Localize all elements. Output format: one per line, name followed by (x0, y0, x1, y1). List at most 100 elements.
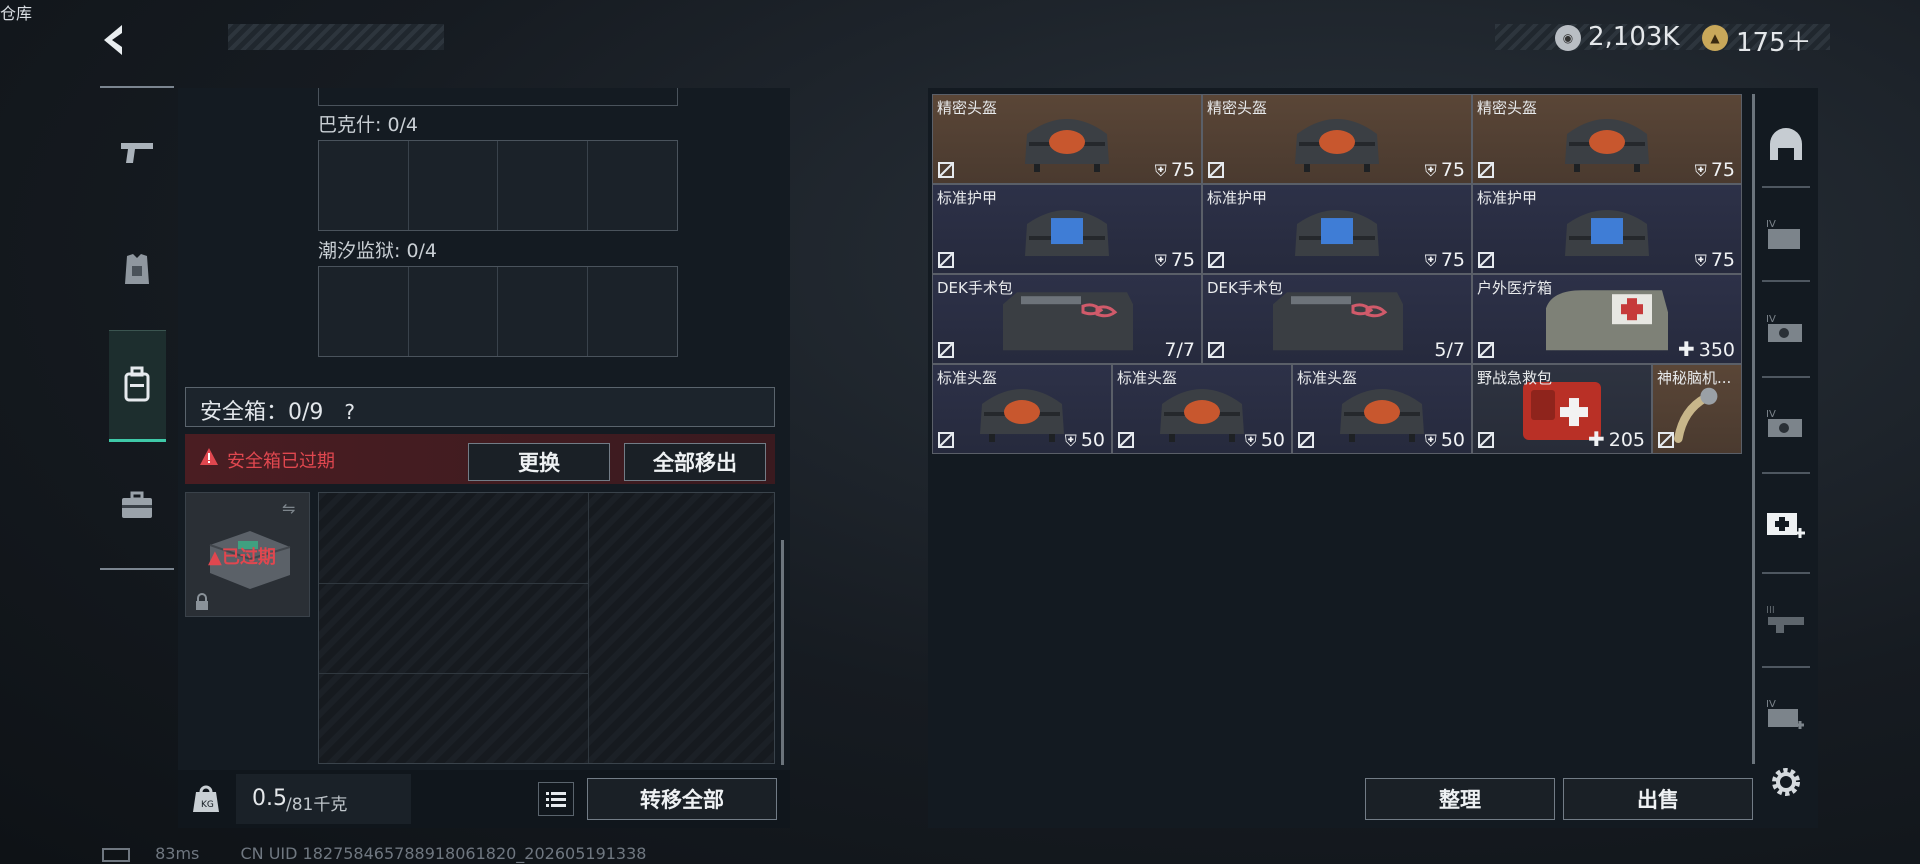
slot-grid-bakesh[interactable] (318, 140, 678, 231)
inventory-item[interactable]: DEK手术包 7/7 (932, 274, 1202, 364)
status-footer: 83ms CN UID 18275846578891806182​0_20260… (102, 844, 646, 863)
no-insurance-icon (937, 431, 955, 449)
inventory-item[interactable]: 户外医疗箱 ✚ 350 (1472, 274, 1742, 364)
category-divider (1762, 186, 1810, 188)
shield-icon: ⛨ (1424, 161, 1437, 180)
item-name: 标准头盔 (1117, 369, 1178, 387)
weight-max: /81千克 (286, 795, 348, 815)
vest-image (1287, 194, 1387, 270)
warning-icon (199, 447, 219, 467)
transfer-all-button[interactable]: 转移全部 (587, 778, 777, 820)
currency-premium[interactable]: 175＋ (1736, 22, 1812, 59)
replace-button[interactable]: 更换 (468, 443, 610, 481)
helmet-icon (1770, 128, 1802, 160)
category-medical-iv[interactable]: IV (1762, 690, 1810, 738)
item-name: 标准头盔 (937, 369, 998, 387)
armor-folder-icon: IV (1766, 219, 1800, 249)
inventory-item[interactable]: 野战急救包 ✚ 205 (1472, 364, 1652, 454)
safe-box-header: 安全箱：0/9 ? (185, 387, 775, 427)
item-value: ⛨ 50 (1424, 429, 1465, 451)
helmet-image (1287, 104, 1387, 180)
shield-icon: ⛨ (1064, 431, 1077, 450)
gem-icon: ▲ (1702, 25, 1728, 51)
remove-all-button[interactable]: 全部移出 (624, 443, 766, 481)
item-value: ✚ 205 (1587, 427, 1645, 451)
item-value: 5/7 (1434, 339, 1465, 361)
backpack-icon (124, 366, 150, 402)
safe-box-grid[interactable] (318, 492, 775, 764)
shield-icon: ⛨ (1154, 251, 1167, 270)
item-grid: 精密头盔 ⛨ 75 精密头盔 ⛨ 75 精密头盔 ⛨ 75 标准护甲 ⛨ 75 标准护甲 ⛨ 75 标准护甲 ⛨… (932, 94, 1742, 454)
item-name: DEK手术包 (937, 279, 1013, 297)
no-insurance-icon (1477, 431, 1495, 449)
category-divider (1762, 572, 1810, 574)
battery-icon (102, 847, 130, 862)
scrollbar[interactable] (781, 540, 784, 765)
no-insurance-icon (937, 161, 955, 179)
inventory-item[interactable]: 精密头盔 ⛨ 75 (1472, 94, 1742, 184)
item-value: ⛨ 50 (1064, 429, 1105, 451)
inventory-item[interactable]: 标准头盔 ⛨ 50 (932, 364, 1112, 454)
backpack-nav[interactable] (112, 360, 162, 410)
case-nav[interactable] (112, 480, 162, 530)
medkit-iv-icon: IV (1766, 699, 1804, 729)
inventory-item[interactable]: 标准头盔 ⛨ 50 (1112, 364, 1292, 454)
container-alt-icon: IV (1766, 409, 1802, 437)
category-medical[interactable] (1762, 500, 1810, 548)
slot-grid-tidal-prison[interactable] (318, 266, 678, 357)
medkit-icon (1767, 513, 1805, 538)
no-insurance-icon (1477, 251, 1495, 269)
svg-text:IV: IV (1766, 219, 1776, 230)
list-view-button[interactable] (538, 782, 574, 816)
item-name: 标准护甲 (1207, 189, 1268, 207)
vest-icon (125, 254, 149, 284)
help-icon[interactable]: ? (344, 400, 355, 424)
settings-button[interactable] (1762, 758, 1810, 806)
svg-text:IV: IV (1766, 314, 1776, 325)
safe-box-item[interactable]: ▲已过期 ⇋ (185, 492, 310, 617)
weight-value: 0.5 (252, 786, 287, 811)
item-name: 精密头盔 (937, 99, 998, 117)
item-name: 标准头盔 (1297, 369, 1358, 387)
inventory-item[interactable]: 精密头盔 ⛨ 75 (1202, 94, 1472, 184)
vest-image (1557, 194, 1657, 270)
no-insurance-icon (1297, 431, 1315, 449)
item-name: 标准护甲 (937, 189, 998, 207)
category-container-iv[interactable]: IV (1762, 305, 1810, 353)
shield-icon: ⛨ (1424, 251, 1437, 270)
inventory-item[interactable]: 精密头盔 ⛨ 75 (932, 94, 1202, 184)
no-insurance-icon (1207, 341, 1225, 359)
no-insurance-icon (1477, 341, 1495, 359)
inventory-item[interactable]: 标准护甲 ⛨ 75 (1472, 184, 1742, 274)
inventory-item[interactable]: 神秘脑机... (1652, 364, 1742, 454)
item-value: ⛨ 75 (1694, 159, 1735, 181)
category-container-iv-2[interactable]: IV (1762, 400, 1810, 448)
no-insurance-icon (1207, 251, 1225, 269)
weapons-nav[interactable] (112, 128, 162, 178)
category-armor-iv[interactable]: IV (1762, 210, 1810, 258)
shield-icon: ⛨ (1154, 161, 1167, 180)
category-helmet[interactable] (1762, 120, 1810, 168)
item-value: ⛨ 50 (1244, 429, 1285, 451)
item-value: ⛨ 75 (1424, 159, 1465, 181)
nav-divider (100, 568, 174, 570)
inventory-item[interactable]: 标准护甲 ⛨ 75 (1202, 184, 1472, 274)
category-weapon-iii[interactable]: III (1762, 596, 1810, 644)
inventory-item[interactable]: DEK手术包 5/7 (1202, 274, 1472, 364)
inventory-item[interactable]: 标准头盔 ⛨ 50 (1292, 364, 1472, 454)
inventory-item[interactable]: 标准护甲 ⛨ 75 (932, 184, 1202, 274)
back-button[interactable] (98, 22, 138, 58)
medbag-image (1542, 282, 1672, 362)
sort-button[interactable]: 整理 (1365, 778, 1555, 820)
no-insurance-icon (1657, 431, 1675, 449)
slot-label-bakesh: 巴克什: 0/4 (318, 114, 419, 136)
health-icon: ✚ (1587, 427, 1605, 451)
item-name: 精密头盔 (1207, 99, 1268, 117)
lock-icon (196, 593, 208, 610)
swap-icon[interactable]: ⇋ (282, 499, 295, 518)
equipment-nav[interactable] (112, 245, 162, 295)
sell-button[interactable]: 出售 (1563, 778, 1753, 820)
no-insurance-icon (1477, 161, 1495, 179)
no-insurance-icon (937, 251, 955, 269)
shield-icon: ⛨ (1424, 431, 1437, 450)
